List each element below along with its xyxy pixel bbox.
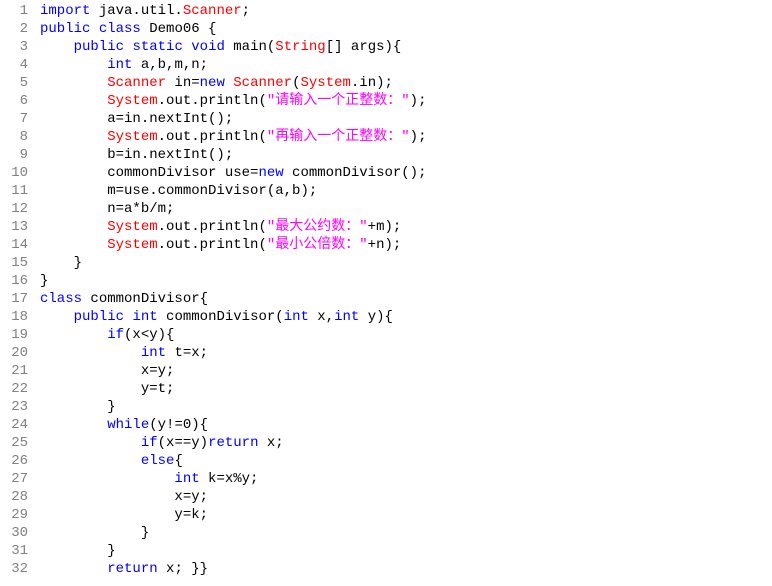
line-number: 13	[0, 218, 28, 236]
code-line: System.out.println("最小公倍数："+n);	[40, 236, 772, 254]
code-line: x=y;	[40, 362, 772, 380]
code-line: System.out.println("再输入一个正整数：");	[40, 128, 772, 146]
line-number: 11	[0, 182, 28, 200]
code-line: }	[40, 524, 772, 542]
line-number: 6	[0, 92, 28, 110]
code-line: public class Demo06 {	[40, 20, 772, 38]
line-number: 32	[0, 560, 28, 578]
line-number: 24	[0, 416, 28, 434]
line-number: 27	[0, 470, 28, 488]
line-number: 15	[0, 254, 28, 272]
code-line: import java.util.Scanner;	[40, 2, 772, 20]
line-number: 18	[0, 308, 28, 326]
code-line: }	[40, 398, 772, 416]
line-number: 19	[0, 326, 28, 344]
code-area: import java.util.Scanner;public class De…	[34, 0, 772, 580]
code-line: }	[40, 542, 772, 560]
code-line: int t=x;	[40, 344, 772, 362]
line-number: 7	[0, 110, 28, 128]
line-number: 20	[0, 344, 28, 362]
code-line: System.out.println("请输入一个正整数：");	[40, 92, 772, 110]
code-line: }	[40, 272, 772, 290]
line-number: 26	[0, 452, 28, 470]
code-line: Scanner in=new Scanner(System.in);	[40, 74, 772, 92]
line-number: 1	[0, 2, 28, 20]
code-editor: 1234567891011121314151617181920212223242…	[0, 0, 772, 580]
code-line: n=a*b/m;	[40, 200, 772, 218]
line-number: 8	[0, 128, 28, 146]
code-line: }	[40, 254, 772, 272]
line-number: 25	[0, 434, 28, 452]
line-number: 5	[0, 74, 28, 92]
line-number: 16	[0, 272, 28, 290]
code-line: y=t;	[40, 380, 772, 398]
line-number: 17	[0, 290, 28, 308]
code-line: while(y!=0){	[40, 416, 772, 434]
line-number: 14	[0, 236, 28, 254]
line-number: 29	[0, 506, 28, 524]
line-number: 30	[0, 524, 28, 542]
code-line: m=use.commonDivisor(a,b);	[40, 182, 772, 200]
line-number: 9	[0, 146, 28, 164]
line-number: 31	[0, 542, 28, 560]
code-line: commonDivisor use=new commonDivisor();	[40, 164, 772, 182]
line-number: 10	[0, 164, 28, 182]
code-line: class commonDivisor{	[40, 290, 772, 308]
code-line: int a,b,m,n;	[40, 56, 772, 74]
code-line: public int commonDivisor(int x,int y){	[40, 308, 772, 326]
line-number: 12	[0, 200, 28, 218]
code-line: b=in.nextInt();	[40, 146, 772, 164]
line-number: 22	[0, 380, 28, 398]
code-line: a=in.nextInt();	[40, 110, 772, 128]
code-line: y=k;	[40, 506, 772, 524]
line-number: 2	[0, 20, 28, 38]
code-line: int k=x%y;	[40, 470, 772, 488]
line-number: 3	[0, 38, 28, 56]
line-number-gutter: 1234567891011121314151617181920212223242…	[0, 0, 34, 580]
code-line: x=y;	[40, 488, 772, 506]
code-line: if(x<y){	[40, 326, 772, 344]
line-number: 21	[0, 362, 28, 380]
line-number: 28	[0, 488, 28, 506]
line-number: 23	[0, 398, 28, 416]
code-line: return x; }}	[40, 560, 772, 578]
code-line: public static void main(String[] args){	[40, 38, 772, 56]
code-line: else{	[40, 452, 772, 470]
code-line: System.out.println("最大公约数："+m);	[40, 218, 772, 236]
code-line: if(x==y)return x;	[40, 434, 772, 452]
line-number: 4	[0, 56, 28, 74]
